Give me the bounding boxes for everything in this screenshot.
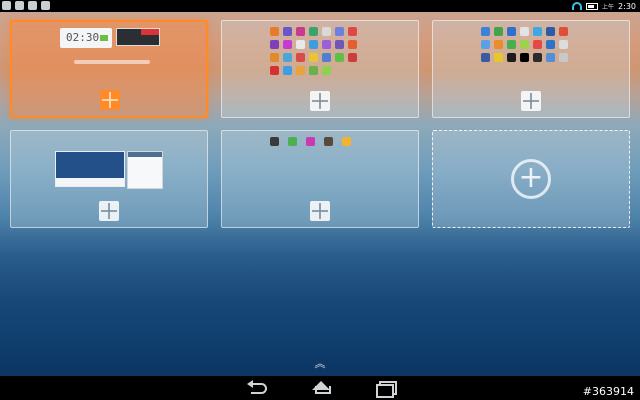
watermark: #363914 xyxy=(582,385,634,398)
app-icon xyxy=(296,40,305,49)
app-icon xyxy=(546,53,555,62)
add-screen-icon[interactable]: + xyxy=(511,159,551,199)
app-icon xyxy=(270,53,279,62)
set-home-screen-icon[interactable] xyxy=(99,201,119,221)
app-icon xyxy=(520,40,529,49)
status-bar: 上午 2:30 xyxy=(0,0,640,12)
usb-icon xyxy=(2,1,11,10)
app-icon xyxy=(533,53,542,62)
app-icon xyxy=(559,53,568,62)
app-icon xyxy=(481,27,490,36)
app-icon xyxy=(322,66,331,75)
back-icon[interactable] xyxy=(247,380,269,394)
app-icon xyxy=(322,27,331,36)
app-icon xyxy=(270,40,279,49)
app-icon xyxy=(507,53,516,62)
app-icon-grid xyxy=(481,27,568,62)
screen-thumbnail-1[interactable]: 02:30 xyxy=(10,20,208,118)
app-icon xyxy=(270,66,279,75)
app-icon xyxy=(533,40,542,49)
app-icon xyxy=(296,27,305,36)
globe-icon xyxy=(28,1,37,10)
app-icon xyxy=(559,27,568,36)
app-icon xyxy=(335,40,344,49)
screen-thumbnail-2[interactable] xyxy=(221,20,419,118)
app-icon xyxy=(270,27,279,36)
app-icon xyxy=(283,40,292,49)
home-icon[interactable] xyxy=(310,380,332,394)
app-icon xyxy=(494,27,503,36)
app-icon-grid xyxy=(270,27,357,75)
app-icon xyxy=(559,40,568,49)
weather-widget xyxy=(55,151,125,187)
app-icon xyxy=(288,137,297,146)
app-icon xyxy=(546,27,555,36)
app-drawer-chevron-up-icon[interactable]: ︽ xyxy=(312,358,328,376)
set-home-screen-icon[interactable] xyxy=(310,201,330,221)
app-icon xyxy=(283,53,292,62)
app-icon xyxy=(283,27,292,36)
app-icon xyxy=(342,137,351,146)
set-home-screen-icon[interactable] xyxy=(521,91,541,111)
app-icon xyxy=(507,40,516,49)
app-icon xyxy=(296,53,305,62)
clock-widget: 02:30 xyxy=(60,28,112,48)
search-bar-widget xyxy=(74,60,150,64)
app-icon xyxy=(322,53,331,62)
app-icon xyxy=(507,27,516,36)
app-icon xyxy=(306,137,315,146)
news-widget xyxy=(127,151,163,189)
screen-thumbnail-4[interactable] xyxy=(10,130,208,228)
app-icon xyxy=(546,40,555,49)
notification-icons xyxy=(2,1,50,10)
sync-icon xyxy=(15,1,24,10)
app-icon xyxy=(481,40,490,49)
app-icon xyxy=(533,27,542,36)
app-icon xyxy=(494,53,503,62)
set-home-screen-icon[interactable] xyxy=(310,91,330,111)
app-icon xyxy=(309,53,318,62)
set-home-screen-icon[interactable] xyxy=(100,90,120,110)
status-ampm: 上午 xyxy=(602,3,615,11)
clock-widget-time: 02:30 xyxy=(66,31,100,44)
add-screen-panel[interactable]: + xyxy=(432,130,630,228)
app-icon xyxy=(481,53,490,62)
app-icon-grid xyxy=(270,137,351,146)
app-icon xyxy=(324,137,333,146)
status-clock: 2:30 xyxy=(618,1,636,11)
wifi-icon xyxy=(572,2,583,10)
app-icon xyxy=(322,40,331,49)
globe-icon xyxy=(41,1,50,10)
screen-thumbnail-5[interactable] xyxy=(221,130,419,228)
app-icon xyxy=(348,53,357,62)
recent-apps-icon[interactable] xyxy=(374,380,397,398)
battery-icon xyxy=(586,2,599,10)
app-icon xyxy=(270,137,279,146)
app-icon xyxy=(296,66,305,75)
app-icon xyxy=(309,27,318,36)
app-icon xyxy=(309,66,318,75)
app-icon xyxy=(348,40,357,49)
screen-thumbnail-3[interactable] xyxy=(432,20,630,118)
app-icon xyxy=(283,66,292,75)
app-icon xyxy=(520,27,529,36)
app-icon xyxy=(335,27,344,36)
navigation-bar xyxy=(0,376,640,400)
app-icon xyxy=(494,40,503,49)
app-icon xyxy=(520,53,529,62)
app-icon xyxy=(309,40,318,49)
app-icon xyxy=(348,27,357,36)
app-icon xyxy=(335,53,344,62)
photo-widget xyxy=(116,28,160,46)
